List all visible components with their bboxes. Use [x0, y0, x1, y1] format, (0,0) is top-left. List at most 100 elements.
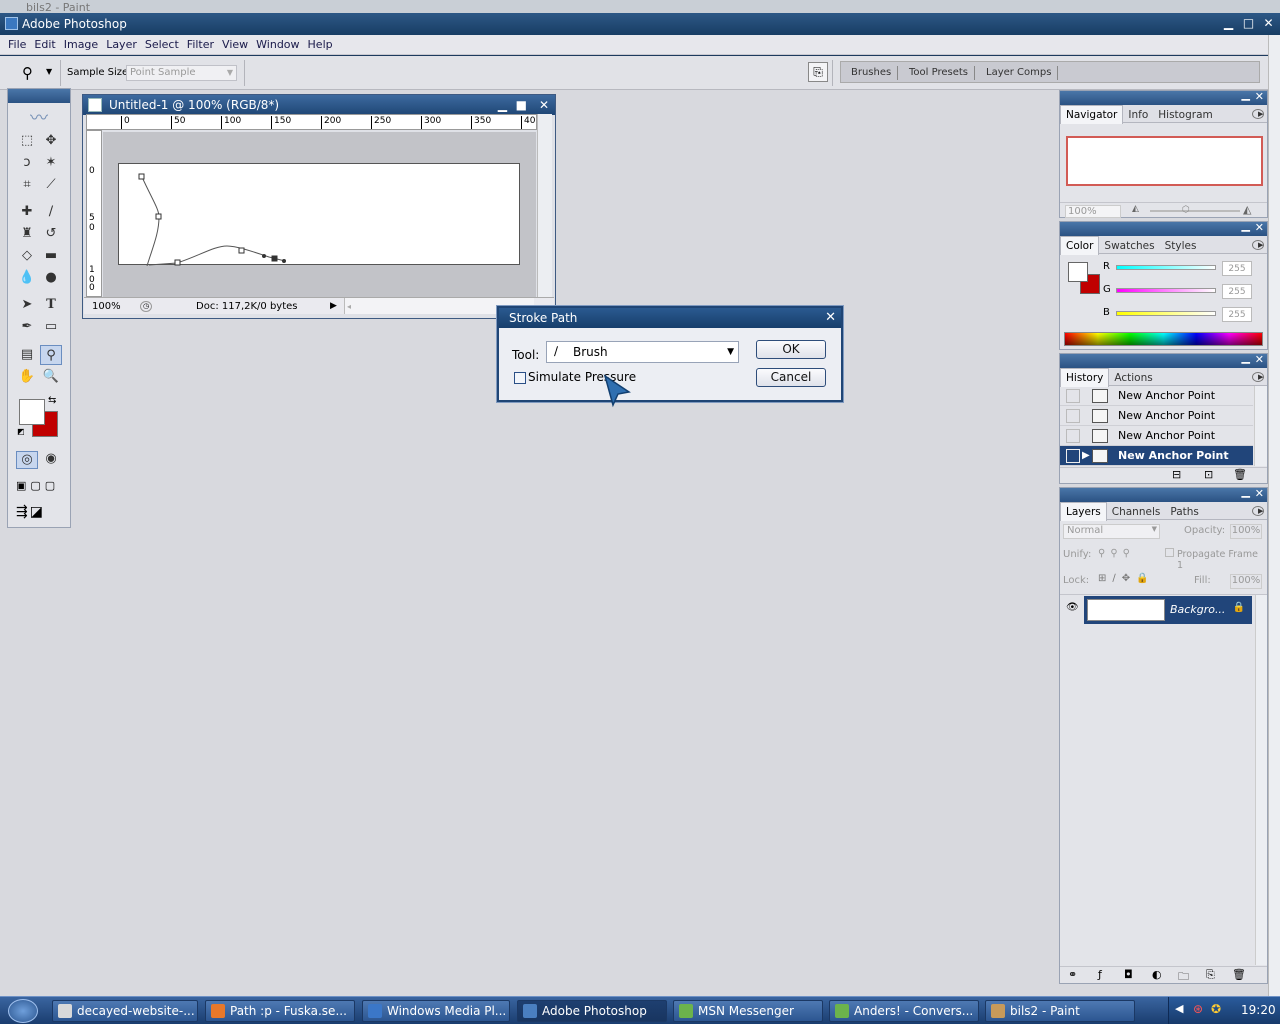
tab-history[interactable]: History: [1060, 368, 1110, 387]
delete-layer-icon[interactable]: 🗑: [1232, 968, 1246, 981]
menu-view[interactable]: View: [218, 35, 252, 55]
eraser-tool-icon[interactable]: ◇: [16, 246, 38, 266]
right-scrollbar[interactable]: [1268, 35, 1280, 996]
menu-window[interactable]: Window: [252, 35, 303, 55]
new-group-icon[interactable]: 🗀: [1178, 968, 1189, 987]
tab-swatches[interactable]: Swatches: [1099, 237, 1159, 255]
document-title-bar[interactable]: Untitled-1 @ 100% (RGB/8*) ▁ ■ ✕: [83, 95, 555, 115]
dodge-tool-icon[interactable]: ●: [40, 268, 62, 288]
color-panel-header[interactable]: ▁ ✕: [1060, 219, 1267, 236]
task-adobe-photoshop[interactable]: Adobe Photoshop: [517, 1000, 667, 1022]
doc-vertical-scrollbar[interactable]: [537, 114, 552, 297]
feather-logo-icon[interactable]: 〰: [10, 104, 68, 129]
layer-mask-icon[interactable]: ◘: [1124, 968, 1133, 981]
zoom-out-icon[interactable]: ◭: [1132, 204, 1139, 214]
task-msn-messenger[interactable]: MSN Messenger: [673, 1000, 823, 1022]
magic-wand-tool-icon[interactable]: ✶: [40, 153, 62, 173]
history-panel-header[interactable]: ▁ ✕: [1060, 351, 1267, 368]
menu-image[interactable]: Image: [60, 35, 102, 55]
channel-r-value[interactable]: 255: [1222, 261, 1252, 276]
channel-b-slider[interactable]: [1116, 311, 1216, 316]
fill-value[interactable]: 100%: [1230, 574, 1262, 589]
file-browser-icon[interactable]: ⎘: [808, 62, 828, 82]
default-colors-icon[interactable]: ◩: [17, 427, 25, 436]
unify-icons[interactable]: ⚲⚲⚲: [1098, 548, 1135, 559]
lasso-tool-icon[interactable]: ↄ: [16, 153, 38, 173]
slider-thumb-icon[interactable]: ⬡: [1182, 205, 1190, 215]
eyedropper-tool-icon[interactable]: ⚲: [40, 345, 62, 365]
tool-select[interactable]: ∕ Brush ▼: [546, 341, 739, 363]
tray-app-icon[interactable]: ✪: [1211, 1002, 1221, 1016]
history-scrollbar[interactable]: [1254, 386, 1267, 466]
history-item[interactable]: New Anchor Point: [1060, 386, 1253, 406]
tab-paths[interactable]: Paths: [1165, 503, 1204, 521]
toolbox-header[interactable]: [8, 89, 70, 103]
marquee-tool-icon[interactable]: ⬚: [16, 131, 38, 151]
simulate-pressure-checkbox[interactable]: [514, 372, 526, 384]
clone-stamp-tool-icon[interactable]: ♜: [16, 224, 38, 244]
new-document-from-state-icon[interactable]: ⊟: [1172, 468, 1181, 481]
tab-navigator[interactable]: Navigator: [1060, 105, 1124, 124]
navigator-panel-header[interactable]: ▁ ✕: [1060, 88, 1267, 105]
palette-well-tab-layer-comps[interactable]: Layer Comps: [980, 66, 1059, 80]
type-tool-icon[interactable]: T: [40, 295, 62, 315]
delete-state-icon[interactable]: 🗑: [1233, 468, 1247, 481]
task-path-fuska[interactable]: Path :p - Fuska.se...: [205, 1000, 355, 1022]
new-snapshot-icon[interactable]: ⊡: [1204, 468, 1213, 481]
propagate-frame-checkbox[interactable]: [1165, 548, 1174, 557]
close-button[interactable]: ✕: [1261, 16, 1276, 31]
tab-channels[interactable]: Channels: [1107, 503, 1166, 521]
color-foreground-swatch[interactable]: [1068, 262, 1088, 282]
opacity-value[interactable]: 100%: [1230, 524, 1262, 539]
menu-edit[interactable]: Edit: [30, 35, 59, 55]
menu-file[interactable]: File: [4, 35, 30, 55]
canvas[interactable]: [118, 163, 520, 266]
layer-visibility-eye-icon[interactable]: 👁: [1066, 602, 1079, 613]
panel-menu-icon[interactable]: ▶: [1252, 240, 1264, 250]
tab-layers[interactable]: Layers: [1060, 502, 1107, 521]
task-anders-conversation[interactable]: Anders! - Convers...: [829, 1000, 979, 1022]
navigator-thumbnail[interactable]: [1066, 136, 1263, 186]
color-spectrum-bar[interactable]: [1064, 332, 1263, 346]
layer-style-icon[interactable]: ƒ: [1098, 968, 1102, 981]
doc-minimize-button[interactable]: ▁: [498, 95, 507, 115]
app-title-bar[interactable]: Adobe Photoshop ▁ □ ✕: [0, 13, 1280, 35]
slice-tool-icon[interactable]: ⟋: [40, 175, 62, 195]
tab-histogram[interactable]: Histogram: [1153, 106, 1217, 124]
channel-r-slider[interactable]: [1116, 265, 1216, 270]
menu-select[interactable]: Select: [141, 35, 183, 55]
move-tool-icon[interactable]: ✥: [40, 131, 62, 151]
blur-tool-icon[interactable]: 💧: [16, 268, 38, 288]
status-options-icon[interactable]: ◷: [140, 301, 152, 312]
path-selection-tool-icon[interactable]: ➤: [16, 295, 38, 315]
task-bils2-paint[interactable]: bils2 - Paint: [985, 1000, 1135, 1022]
gradient-tool-icon[interactable]: ▬: [40, 246, 62, 266]
brush-tool-icon[interactable]: ∕: [40, 202, 62, 222]
tab-color[interactable]: Color: [1060, 236, 1100, 255]
zoom-in-icon[interactable]: ◭: [1243, 203, 1251, 216]
start-button[interactable]: [8, 999, 38, 1023]
tab-info[interactable]: Info: [1123, 106, 1153, 124]
menu-help[interactable]: Help: [304, 35, 337, 55]
foreground-color-swatch[interactable]: [19, 399, 45, 425]
pen-tool-icon[interactable]: ✒: [16, 317, 38, 337]
status-menu-arrow-icon[interactable]: ▶: [330, 298, 337, 315]
dialog-close-button[interactable]: ✕: [825, 308, 836, 328]
history-item[interactable]: New Anchor Point: [1060, 426, 1253, 446]
task-decayed-website[interactable]: decayed-website-...: [52, 1000, 198, 1022]
minimize-button[interactable]: ▁: [1221, 16, 1236, 31]
propagate-frame-label[interactable]: Propagate Frame 1: [1177, 549, 1267, 571]
channel-g-value[interactable]: 255: [1222, 284, 1252, 299]
zoom-level[interactable]: 100%: [92, 298, 121, 315]
swap-colors-icon[interactable]: ⇆: [48, 395, 56, 406]
doc-maximize-button[interactable]: ■: [516, 95, 527, 115]
zoom-tool-icon[interactable]: 🔍: [40, 367, 62, 387]
blend-mode-select[interactable]: Normal ▼: [1063, 524, 1160, 539]
panel-menu-icon[interactable]: ▶: [1252, 506, 1264, 516]
new-layer-icon[interactable]: ⎘: [1206, 968, 1215, 982]
history-item[interactable]: New Anchor Point: [1060, 406, 1253, 426]
navigator-zoom-value[interactable]: 100%: [1065, 205, 1121, 218]
dialog-title-bar[interactable]: Stroke Path ✕: [499, 308, 841, 328]
jump-to-imageready-icon[interactable]: ⇶◪: [16, 504, 45, 520]
doc-close-button[interactable]: ✕: [539, 95, 549, 115]
